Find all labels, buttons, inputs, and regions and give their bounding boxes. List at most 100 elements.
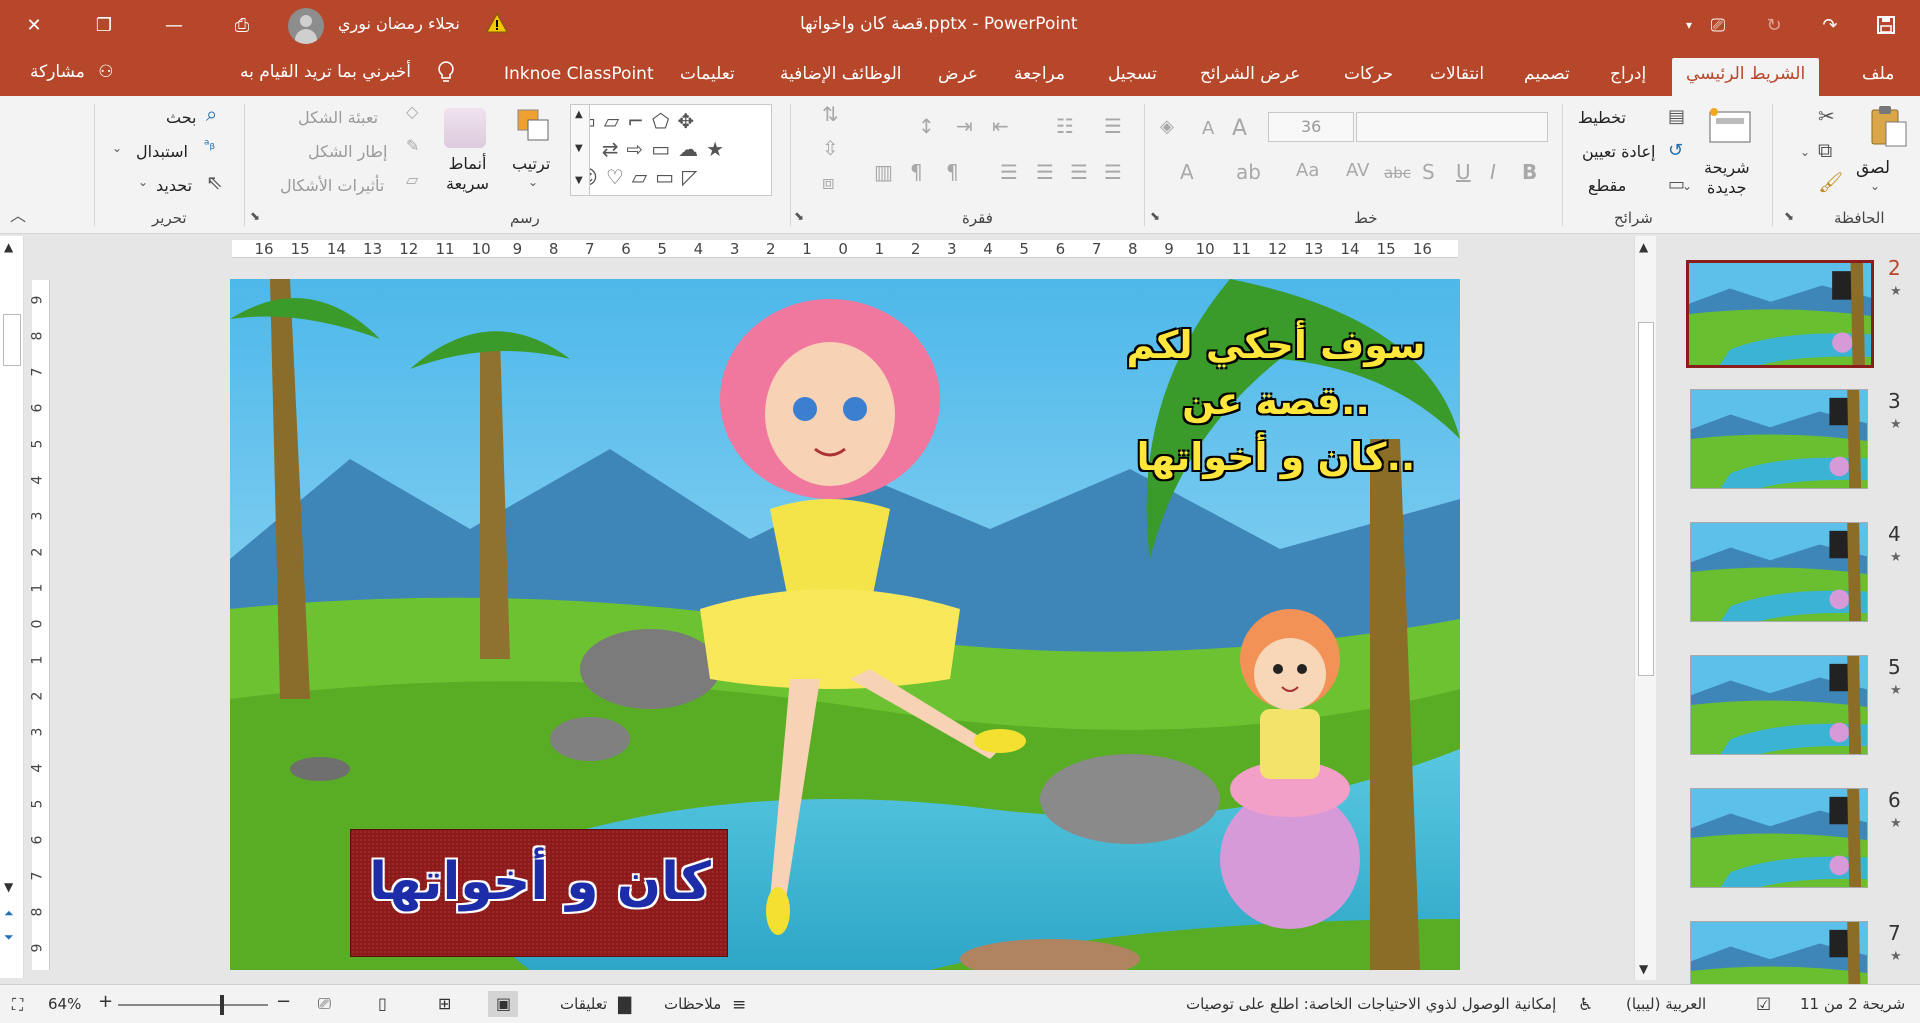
- paste-button[interactable]: لصق: [1856, 158, 1890, 178]
- replace-button[interactable]: استبدال: [136, 142, 188, 161]
- rtl-icon[interactable]: ¶: [946, 162, 959, 182]
- tab-help[interactable]: تعليمات: [674, 58, 741, 96]
- quick-styles-icon[interactable]: [444, 108, 486, 148]
- prev-slide-icon[interactable]: ⏶: [4, 906, 14, 921]
- paragraph-launcher-icon[interactable]: ⬊: [794, 210, 804, 222]
- copy-icon[interactable]: ⧉: [1818, 140, 1832, 160]
- tab-slideshow[interactable]: عرض الشرائح: [1194, 58, 1306, 96]
- quick-styles-button[interactable]: أنماط سريعة: [446, 154, 489, 194]
- tab-view[interactable]: عرض: [932, 58, 984, 96]
- ltr-icon[interactable]: ¶: [910, 162, 923, 182]
- tab-design[interactable]: تصميم: [1518, 58, 1576, 96]
- shape-fill-button[interactable]: تعبئة الشكل: [298, 108, 378, 127]
- paste-dropdown-icon[interactable]: ⌄: [1870, 180, 1880, 192]
- new-slide-button[interactable]: شريحة جديدة: [1704, 158, 1750, 198]
- increase-font-icon[interactable]: A: [1232, 118, 1247, 140]
- slide-thumbnail[interactable]: 7 ★: [1656, 901, 1920, 984]
- next-slide-icon[interactable]: ⏷: [4, 930, 14, 945]
- clipboard-launcher-icon[interactable]: ⬊: [1784, 210, 1794, 222]
- slide-thumbnail-image[interactable]: [1690, 389, 1868, 489]
- section-icon[interactable]: ▭: [1668, 176, 1685, 194]
- left-scroll-thumb[interactable]: [3, 314, 21, 366]
- editor-scroll-thumb[interactable]: [1638, 322, 1654, 676]
- shape-effects-icon[interactable]: ▱: [406, 172, 418, 188]
- shapes-gallery-scroll[interactable]: ▲ ▼ ▼: [570, 104, 590, 196]
- tab-home[interactable]: الشريط الرئيسي: [1672, 58, 1820, 96]
- language-status[interactable]: العربية (ليبيا): [1626, 995, 1706, 1013]
- shape-fill-icon[interactable]: ◇: [406, 104, 418, 120]
- ribbon-display-options-icon[interactable]: ⎙: [214, 0, 270, 50]
- accessibility-icon[interactable]: ♿: [1578, 995, 1593, 1015]
- tab-insert[interactable]: إدراج: [1604, 58, 1652, 96]
- replace-dropdown-icon[interactable]: ⌄: [112, 142, 122, 154]
- gallery-more-icon[interactable]: ▼: [575, 175, 583, 186]
- zoom-out-icon[interactable]: −: [276, 991, 291, 1012]
- redo-icon[interactable]: ↷: [1802, 0, 1858, 50]
- align-right-icon[interactable]: ☰: [1104, 162, 1122, 182]
- strikethrough-icon[interactable]: abc: [1384, 166, 1411, 181]
- italic-icon[interactable]: I: [1490, 162, 1496, 182]
- tab-transitions[interactable]: انتقالات: [1424, 58, 1490, 96]
- find-button[interactable]: بحث: [166, 108, 197, 127]
- scroll-up-icon[interactable]: ▲: [1639, 240, 1648, 254]
- font-launcher-icon[interactable]: ⬊: [1150, 210, 1160, 222]
- slide-thumbnail[interactable]: 5 ★: [1656, 635, 1920, 755]
- highlight-icon[interactable]: ab: [1236, 162, 1261, 182]
- slide-canvas[interactable]: سوف أحكي لكم قصة عن.. كان و أخواتها.. كا…: [230, 279, 1460, 970]
- replace-icon[interactable]: ᵃᵦ: [204, 138, 215, 152]
- align-center-icon[interactable]: ☰: [1070, 162, 1088, 182]
- slide-thumbnail[interactable]: 2 ★: [1656, 236, 1920, 368]
- underline-icon[interactable]: U: [1456, 162, 1471, 182]
- minimize-icon[interactable]: —: [146, 0, 202, 50]
- user-name[interactable]: نجلاء رمضان نوري: [338, 14, 460, 33]
- section-button[interactable]: مقطع: [1588, 176, 1626, 195]
- copy-dropdown-icon[interactable]: ⌄: [1800, 146, 1810, 158]
- slide-thumbnail-image[interactable]: [1690, 921, 1868, 984]
- tab-addins[interactable]: الوظائف الإضافية: [774, 58, 908, 96]
- font-color-icon[interactable]: A: [1180, 162, 1194, 182]
- share-button[interactable]: مشاركة ⚇: [30, 62, 114, 82]
- zoom-in-icon[interactable]: +: [98, 991, 113, 1012]
- shadow-icon[interactable]: S: [1422, 162, 1435, 182]
- justify-icon[interactable]: ☰: [1000, 162, 1018, 182]
- line-spacing-icon[interactable]: ↕: [918, 116, 935, 136]
- slideshow-view-button[interactable]: ⎚: [310, 991, 340, 1017]
- notes-icon[interactable]: ≡: [732, 995, 746, 1015]
- comments-icon[interactable]: ▇: [618, 995, 631, 1015]
- font-name-box[interactable]: [1356, 112, 1548, 142]
- slide-thumbnail[interactable]: 3 ★: [1656, 369, 1920, 489]
- zoom-level[interactable]: 64%: [48, 995, 81, 1013]
- notes-check-icon[interactable]: ☑: [1756, 995, 1771, 1015]
- select-dropdown-icon[interactable]: ⌄: [138, 176, 148, 188]
- slide-thumbnail-image[interactable]: [1690, 655, 1868, 755]
- new-slide-icon[interactable]: [1706, 106, 1754, 146]
- search-icon[interactable]: ⌕: [206, 104, 217, 124]
- shapes-gallery-icons[interactable]: ▭▱⌐⬠✥ ⇧⇄⇨▭☁★ ☺♡▱▭◸: [577, 107, 773, 191]
- present-from-start-icon[interactable]: ⎚: [1690, 0, 1746, 50]
- warning-icon[interactable]: [486, 13, 508, 33]
- slide-thumbnail[interactable]: 4 ★: [1656, 502, 1920, 622]
- tab-file[interactable]: ملف: [1856, 58, 1900, 96]
- reset-icon[interactable]: ↺: [1668, 142, 1683, 160]
- decrease-indent-icon[interactable]: ⇤: [992, 116, 1009, 136]
- gallery-up-icon[interactable]: ▲: [575, 109, 583, 120]
- zoom-slider[interactable]: [118, 1004, 268, 1006]
- close-icon[interactable]: ✕: [6, 0, 62, 50]
- fit-to-window-icon[interactable]: ⛶: [12, 995, 23, 1015]
- tab-review[interactable]: مراجعة: [1008, 58, 1071, 96]
- zoom-slider-knob[interactable]: [220, 995, 224, 1015]
- story-line-1[interactable]: سوف أحكي لكم: [1116, 323, 1436, 367]
- editor-scrollbar[interactable]: ▲ ▼: [1634, 236, 1656, 980]
- reset-button[interactable]: إعادة تعيين: [1582, 142, 1655, 161]
- save-icon[interactable]: [1858, 0, 1914, 50]
- scroll-down-icon[interactable]: ▼: [4, 880, 13, 894]
- select-cursor-icon[interactable]: ⇖: [206, 172, 223, 192]
- smartart-icon[interactable]: ⧈: [822, 172, 835, 192]
- cut-icon[interactable]: ✂: [1818, 106, 1835, 126]
- slide-sorter-button[interactable]: ⊞: [430, 991, 460, 1017]
- shapes-gallery[interactable]: ▭▱⌐⬠✥ ⇧⇄⇨▭☁★ ☺♡▱▭◸: [572, 104, 772, 196]
- increase-indent-icon[interactable]: ⇥: [956, 116, 973, 136]
- comments-button[interactable]: تعليقات: [560, 995, 607, 1013]
- bold-icon[interactable]: B: [1522, 162, 1537, 182]
- scroll-down-icon[interactable]: ▼: [1639, 962, 1648, 976]
